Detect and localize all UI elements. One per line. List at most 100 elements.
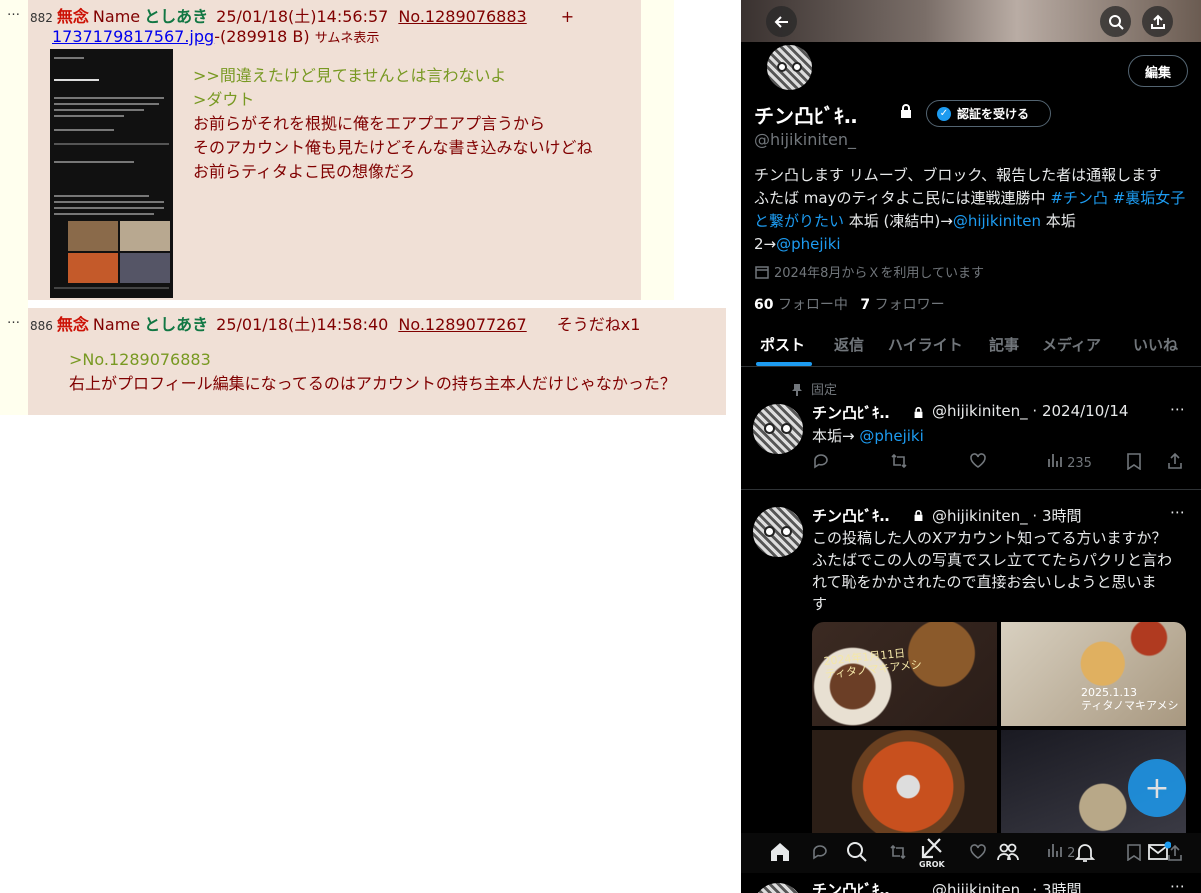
- following-label[interactable]: フォロー中: [778, 297, 848, 313]
- post-datetime: 25/01/18(土)14:58:40: [216, 315, 389, 334]
- search-icon[interactable]: [1100, 6, 1131, 37]
- post-datetime: 25/01/18(土)14:56:57: [216, 7, 389, 26]
- followers-label[interactable]: フォロワー: [875, 297, 945, 313]
- following-count[interactable]: 60: [754, 297, 773, 313]
- tabs-divider: [741, 366, 1201, 367]
- tweet-author-name[interactable]: チン凸ﾋﾞｷ‥: [812, 402, 890, 423]
- bottom-navigation: GROK 2: [741, 833, 1201, 873]
- compose-button[interactable]: +: [1128, 759, 1186, 817]
- communities-icon[interactable]: [997, 841, 1019, 868]
- bookmark-icon[interactable]: [1127, 844, 1141, 866]
- post-index: 882: [30, 11, 53, 25]
- reply-icon[interactable]: [811, 843, 829, 866]
- lock-icon: [899, 103, 913, 123]
- tweet-handle-time: @hijikiniten_ · 3時間: [932, 881, 1082, 893]
- tweet-author-name[interactable]: チン凸ﾋﾞｷ‥: [812, 879, 890, 893]
- post-menu-icon[interactable]: …: [7, 312, 20, 327]
- tweet-photo[interactable]: 2024年1月11日 ティタノマキアメシ: [812, 622, 997, 726]
- file-info: 1737179817567.jpg-(289918 B) サムネ表示: [52, 27, 379, 46]
- tweet-divider: [741, 489, 1201, 490]
- pinned-label: 固定: [811, 383, 838, 398]
- poster-name: としあき: [144, 315, 209, 334]
- bio-line: ふたば mayのティタよこ民には連戦連勝中 #チン凸 #裏垢女子と繋がりたい 本…: [754, 189, 1186, 230]
- pin-icon: [792, 381, 802, 400]
- post-number-link[interactable]: No.1289077267: [398, 315, 526, 334]
- post-number-link[interactable]: No.1289076883: [398, 7, 526, 26]
- profile-tabs: ポスト 返信 ハイライト 記事 メディア いいね: [741, 330, 1201, 364]
- post-line: お前らがそれを根拠に俺をエアプエアプ言うから: [193, 114, 546, 133]
- notifications-icon[interactable]: [1074, 841, 1096, 868]
- mention-link[interactable]: @phejiki: [859, 427, 923, 445]
- tweet-avatar[interactable]: [751, 505, 805, 559]
- edit-profile-button[interactable]: 編集: [1128, 55, 1188, 87]
- search-icon[interactable]: [846, 841, 868, 868]
- sodane-button[interactable]: そうだねx1: [557, 315, 641, 334]
- calendar-icon: [755, 264, 769, 283]
- more-icon[interactable]: ⋯: [1170, 503, 1185, 521]
- like-icon[interactable]: [969, 452, 987, 474]
- tab-highlights[interactable]: ハイライト: [888, 334, 963, 355]
- file-link[interactable]: 1737179817567.jpg: [52, 27, 214, 46]
- quote-line: >No.1289076883: [69, 350, 211, 369]
- views-stat[interactable]: 2: [1047, 843, 1075, 861]
- followers-count[interactable]: 7: [860, 297, 870, 313]
- join-date: 2024年8月からＸを利用しています: [774, 266, 984, 281]
- more-icon[interactable]: ⋯: [1170, 400, 1185, 418]
- tweet-avatar[interactable]: [751, 402, 805, 456]
- post-menu-icon[interactable]: …: [7, 4, 20, 19]
- mention-link[interactable]: @hijikiniten: [953, 212, 1041, 230]
- imageboard-thread: … 882 無念 Name としあき 25/01/18(土)14:56:57 No.128…: [0, 0, 741, 893]
- share-icon[interactable]: [1167, 844, 1183, 866]
- post-header: 886 無念 Name としあき 25/01/18(土)14:58:40 No.12890…: [30, 311, 640, 335]
- grok-icon[interactable]: GROK: [919, 837, 945, 869]
- views-icon: [1048, 844, 1062, 857]
- poster-name: としあき: [144, 7, 209, 26]
- post-title: 無念: [56, 7, 89, 26]
- mention-link[interactable]: @phejiki: [776, 235, 840, 253]
- profile-avatar[interactable]: [765, 43, 814, 92]
- thumbnail-toggle[interactable]: サムネ表示: [315, 31, 380, 46]
- post-line: 右上がプロフィール編集になってるのはアカウントの持ち主本人だけじゃなかった？: [69, 374, 676, 393]
- tweet-text: この投稿した人のXアカウント知ってる方いますか？ ふたばでこの人の写真でスレ立て…: [812, 529, 1173, 613]
- tweet-photo[interactable]: 2025.1.13 ティタノマキアメシ: [1001, 622, 1186, 726]
- repost-icon[interactable]: [890, 452, 908, 474]
- views-stat[interactable]: 235: [1047, 453, 1092, 471]
- grok-label: GROK: [919, 860, 945, 869]
- bio-line: チン凸します リムーブ、ブロック、報告した者は通報します: [754, 166, 1162, 184]
- profile-bio: チン凸します リムーブ、ブロック、報告した者は通報します ふたば mayのティタ…: [754, 164, 1194, 256]
- more-icon[interactable]: ⋯: [1170, 877, 1185, 893]
- tweet-avatar[interactable]: [751, 881, 805, 893]
- views-icon: [1048, 454, 1062, 467]
- follow-stats: 60 フォロー中 7 フォロワー: [754, 294, 945, 314]
- share-icon[interactable]: [1167, 452, 1183, 473]
- get-verified-button[interactable]: ✓ 認証を受ける: [926, 100, 1051, 127]
- home-icon[interactable]: [769, 841, 791, 868]
- bookmark-icon[interactable]: [1127, 453, 1141, 474]
- arrow-left-icon[interactable]: [766, 6, 797, 37]
- lock-icon: [913, 404, 924, 423]
- post-body: >No.1289076883 右上がプロフィール編集になってるのはアカウントの持…: [69, 348, 676, 396]
- file-size: -(289918 B): [214, 27, 310, 46]
- tab-media[interactable]: メディア: [1042, 334, 1101, 355]
- tab-replies[interactable]: 返信: [834, 334, 864, 355]
- tab-likes[interactable]: いいね: [1133, 334, 1178, 355]
- quote-line: >ダウト: [193, 90, 255, 109]
- post-thumbnail-image[interactable]: [50, 49, 173, 298]
- tweet-photo[interactable]: [812, 730, 997, 833]
- plus-button[interactable]: +: [561, 7, 574, 26]
- tweet-handle-time: @hijikiniten_ · 3時間: [932, 507, 1082, 525]
- post-body: >>間違えたけど見てませんとは言わないよ >ダウト お前らがそれを根拠に俺をエア…: [193, 64, 593, 184]
- post-header: 882 無念 Name としあき 25/01/18(土)14:56:57 No.12890…: [30, 3, 574, 27]
- post-title: 無念: [56, 315, 89, 334]
- post-index: 886: [30, 319, 53, 333]
- name-label: Name: [92, 315, 141, 334]
- like-icon[interactable]: [969, 843, 987, 866]
- tweet-text: 本垢→ @phejiki: [812, 427, 924, 445]
- tweet-author-name[interactable]: チン凸ﾋﾞｷ‥: [812, 505, 890, 526]
- hashtag-link[interactable]: #チン凸: [1050, 189, 1108, 207]
- tab-posts[interactable]: ポスト: [760, 334, 805, 355]
- repost-icon[interactable]: [889, 843, 907, 866]
- reply-icon[interactable]: [812, 452, 830, 474]
- tab-articles[interactable]: 記事: [989, 334, 1019, 355]
- share-icon[interactable]: [1142, 6, 1173, 37]
